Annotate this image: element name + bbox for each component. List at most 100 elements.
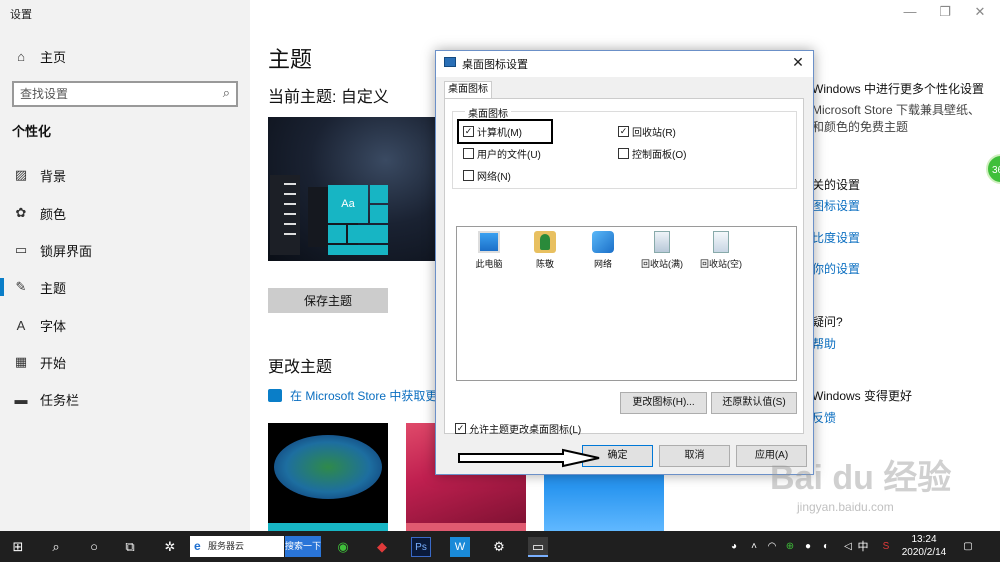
- baidu-watermark-logo: Bai du 经验: [770, 459, 952, 497]
- sidebar-item-start[interactable]: ▦ 开始: [0, 344, 250, 380]
- restore-default-button[interactable]: 还原默认值(S): [711, 392, 797, 414]
- app-pinwheel-icon[interactable]: ✲: [160, 537, 180, 557]
- taskbar-clock[interactable]: 13:24 2020/2/14: [896, 533, 952, 559]
- cortana-icon[interactable]: ○: [84, 537, 104, 557]
- restore-icon[interactable]: ❐: [925, 4, 965, 20]
- desktop-icon-settings-link[interactable]: 图标设置: [812, 197, 860, 214]
- qq-icon[interactable]: ◕: [724, 537, 744, 557]
- sogou-icon[interactable]: S: [876, 537, 896, 557]
- user-folder-icon: [534, 231, 556, 253]
- checkbox-control-panel[interactable]: 控制面板(O): [618, 146, 686, 161]
- right-info-line3: 和颜色的免费主题: [812, 120, 909, 134]
- task-view-icon[interactable]: ⧉: [120, 537, 140, 557]
- search-input[interactable]: [20, 86, 205, 102]
- sidebar-item-themes[interactable]: ✎ 主题: [0, 269, 250, 305]
- recycle-bin-empty-icon: [713, 231, 729, 253]
- browser-360-icon[interactable]: ◉: [333, 537, 353, 557]
- palette-icon: ✿: [15, 205, 27, 220]
- icon-item-user[interactable]: 陈敬: [517, 231, 573, 270]
- settings-gear-icon[interactable]: ⚙: [489, 537, 509, 557]
- icon-item-this-pc[interactable]: 此电脑: [461, 231, 517, 270]
- wps-icon[interactable]: ◆: [372, 537, 392, 557]
- icon-item-network[interactable]: 网络: [575, 231, 631, 270]
- checkbox-unchecked-icon: [463, 148, 474, 159]
- ime-indicator[interactable]: 中: [853, 537, 873, 557]
- clock-date: 2020/2/14: [901, 547, 947, 558]
- windows-start-icon[interactable]: ⊞: [8, 537, 28, 557]
- checkbox-recycle-bin[interactable]: ✓ 回收站(R): [618, 124, 676, 139]
- save-theme-button[interactable]: 保存主题: [268, 288, 388, 313]
- checkbox-checked-icon: ✓: [455, 423, 466, 434]
- settings-search-box[interactable]: ⌕: [12, 81, 238, 107]
- tab-panel: 桌面图标 ✓ 计算机(M) ✓ 回收站(R) 用户的文件(U) 控制面板(O): [444, 98, 804, 436]
- preview-tile: [370, 205, 388, 223]
- app-title: 设置: [10, 9, 32, 21]
- theme-thumb-cosmic[interactable]: [268, 423, 388, 531]
- desktop-icon-dialog-taskbar-icon[interactable]: ▭: [528, 537, 548, 557]
- get-help-link[interactable]: 帮助: [812, 335, 836, 352]
- baidu-watermark-url: jingyan.baidu.com: [797, 500, 894, 514]
- tray-add-icon[interactable]: ⊕: [780, 537, 800, 557]
- search-icon[interactable]: ⌕: [46, 537, 66, 557]
- photoshop-icon[interactable]: Ps: [411, 537, 431, 557]
- icon-list[interactable]: 此电脑 陈敬 网络 回收站(满) 回收站(空): [456, 226, 797, 381]
- wifi-icon[interactable]: ◠: [762, 537, 782, 557]
- preview-tile: [328, 225, 346, 243]
- dialog-app-icon: [444, 57, 456, 67]
- tab-desktop-icons[interactable]: 桌面图标: [444, 81, 492, 99]
- minimize-icon[interactable]: —: [890, 4, 930, 19]
- preview-tile: [328, 245, 388, 255]
- sidebar-item-home[interactable]: ⌂ 主页: [0, 38, 250, 74]
- icon-item-recycle-empty[interactable]: 回收站(空): [693, 231, 749, 270]
- checkbox-network[interactable]: 网络(N): [463, 168, 511, 183]
- preview-tile: [348, 225, 388, 243]
- taskbar-search-button[interactable]: 搜索一下: [285, 536, 321, 557]
- notification-icon[interactable]: ▢: [958, 537, 978, 557]
- store-link[interactable]: 在 Microsoft Store 中获取更: [268, 387, 437, 404]
- icon-item-label: 回收站(满): [641, 259, 683, 269]
- taskbar: ⊞ ⌕ ○ ⧉ ✲ 服务器云 搜索一下 ◉ ◆ Ps W ⚙ ▭ ◕ ˄ ◠ ⊕…: [0, 531, 1000, 562]
- checkbox-allow-themes[interactable]: ✓ 允许主题更改桌面图标(L): [455, 421, 581, 436]
- icon-item-label: 回收站(空): [700, 259, 742, 269]
- sidebar-item-fonts[interactable]: A 字体: [0, 307, 250, 343]
- chevron-up-icon[interactable]: ˄: [744, 537, 764, 557]
- change-icon-button[interactable]: 更改图标(H)...: [620, 392, 707, 414]
- sidebar-item-label: 背景: [40, 168, 67, 184]
- wps-writer-icon[interactable]: W: [450, 537, 470, 557]
- sidebar-item-colors[interactable]: ✿ 颜色: [0, 195, 250, 231]
- close-icon[interactable]: ✕: [789, 53, 807, 71]
- taskbar-search-box[interactable]: 服务器云: [190, 536, 284, 557]
- checkbox-label: 回收站(R): [632, 128, 676, 139]
- change-theme-heading: 更改主题: [268, 359, 333, 376]
- clock-time: 13:24: [911, 534, 937, 545]
- sidebar-item-label: 开始: [40, 355, 67, 371]
- checkbox-user-files[interactable]: 用户的文件(U): [463, 146, 541, 161]
- sidebar-item-lockscreen[interactable]: ▭ 锁屏界面: [0, 232, 250, 268]
- sidebar-item-taskbar[interactable]: ▬ 任务栏: [0, 381, 250, 417]
- right-info-line1: Windows 中进行更多个性化设置: [812, 82, 985, 96]
- close-window-icon[interactable]: ✕: [960, 4, 1000, 20]
- sidebar-item-background[interactable]: ▨ 背景: [0, 157, 250, 193]
- sidebar-item-label: 颜色: [40, 206, 67, 222]
- theme-icon: ✎: [15, 279, 27, 294]
- page-title: 主题: [268, 47, 313, 72]
- feedback-link[interactable]: 反馈: [812, 409, 836, 426]
- right-info-line2: Microsoft Store 下载兼具壁纸、: [812, 103, 981, 117]
- checkbox-label: 网络(N): [477, 172, 511, 183]
- tray-app-icon[interactable]: ●: [798, 537, 818, 557]
- sidebar-item-label: 任务栏: [40, 392, 80, 408]
- cancel-button[interactable]: 取消: [659, 445, 730, 467]
- sidebar-item-label: 锁屏界面: [40, 243, 93, 259]
- annotation-highlight-box: [457, 119, 553, 144]
- start-icon: ▦: [14, 354, 28, 369]
- icon-item-recycle-full[interactable]: 回收站(满): [634, 231, 690, 270]
- network-icon: [592, 231, 614, 253]
- sync-settings-link[interactable]: 你的设置: [812, 260, 860, 277]
- sidebar-item-label: 主页: [40, 49, 67, 65]
- high-contrast-link[interactable]: 比度设置: [812, 229, 860, 246]
- search-icon[interactable]: ⌕: [223, 85, 230, 101]
- theme-preview: Aa: [268, 117, 436, 261]
- question-heading: 疑问?: [812, 315, 843, 329]
- tray-user-icon[interactable]: ◐: [816, 537, 836, 557]
- recycle-bin-full-icon: [654, 231, 670, 253]
